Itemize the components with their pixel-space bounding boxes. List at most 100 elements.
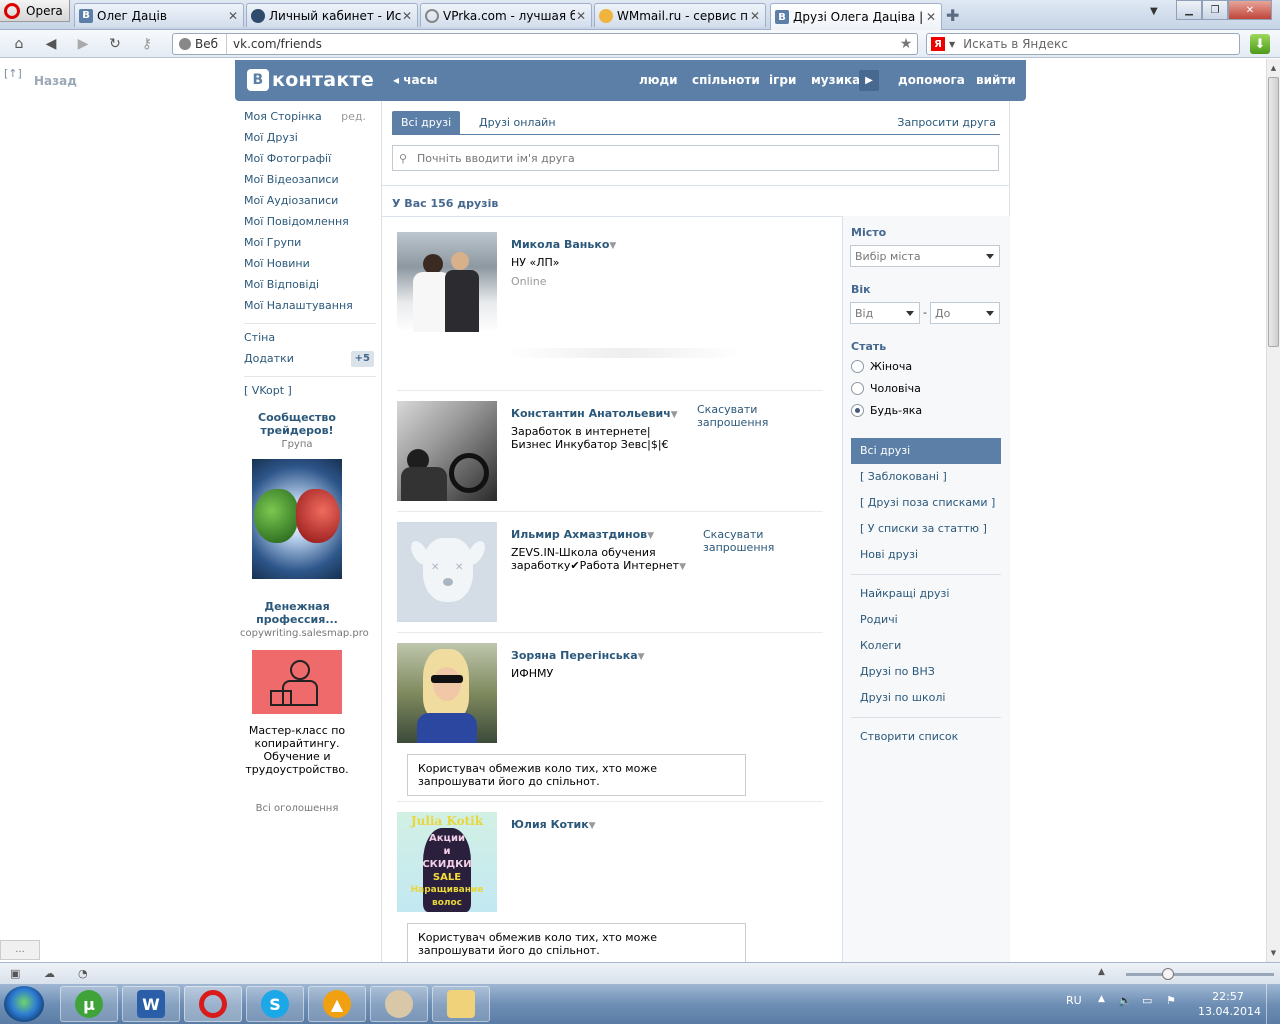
scroll-down-arrow-icon[interactable]: ▼ <box>1267 946 1280 960</box>
menu-my-settings[interactable]: Мої Налаштування <box>244 298 378 319</box>
key-icon[interactable]: ⚷ <box>136 34 158 54</box>
speed-dial-icon[interactable]: ◔ <box>78 967 92 980</box>
menu-my-messages[interactable]: Мої Повідомлення <box>244 214 378 235</box>
nav-communities[interactable]: спільноти <box>692 73 760 87</box>
create-list-link[interactable]: Створити список <box>851 724 1001 750</box>
volume-icon[interactable]: 🔈 <box>1118 994 1132 1007</box>
forward-arrow-icon[interactable]: ▶ <box>72 34 94 54</box>
sex-radio-any[interactable]: Будь-яка <box>851 402 922 418</box>
tray-expand-icon[interactable]: ▲ <box>1098 994 1105 1004</box>
url-text[interactable]: vk.com/friends <box>227 37 895 51</box>
cancel-invitation-link[interactable]: Скасувати запрошення <box>697 403 827 429</box>
close-tab-icon[interactable]: ✕ <box>575 9 587 23</box>
hour-link[interactable]: ◂ часы <box>393 73 438 87</box>
close-window-icon[interactable]: ✕ <box>1228 0 1272 20</box>
close-tab-icon[interactable]: ✕ <box>925 10 937 24</box>
ad-text[interactable]: Мастер-класс по копирайтингу. Обучение и… <box>240 724 354 776</box>
menu-my-audio[interactable]: Мої Аудіозаписи <box>244 193 378 214</box>
system-clock[interactable]: 22:57 13.04.2014 <box>1198 989 1261 1019</box>
list-all-friends[interactable]: Всі друзі <box>851 438 1001 464</box>
radio-circle-selected-icon[interactable] <box>851 403 864 417</box>
zoom-up-arrow-icon[interactable]: ▲ <box>1098 967 1112 979</box>
friend-name-link[interactable]: Ильмир Ахмазтдинов▼ <box>511 528 654 541</box>
page-scrollbar[interactable]: ▲ ▼ <box>1266 59 1280 962</box>
browser-tab-1[interactable]: В Олег Даців ✕ <box>74 3 244 27</box>
close-tab-icon[interactable]: ✕ <box>227 9 239 23</box>
windows-start-orb-icon[interactable] <box>4 986 44 1022</box>
radio-circle-icon[interactable] <box>851 381 864 395</box>
radio-circle-icon[interactable] <box>851 359 864 373</box>
menu-vkopt[interactable]: [ VKopt ] <box>244 383 378 404</box>
tab-friends-online[interactable]: Друзі онлайн <box>479 111 556 135</box>
web-mode-button[interactable]: Веб <box>173 34 228 54</box>
scroll-up-arrow-icon[interactable]: ▲ <box>1267 61 1280 75</box>
nav-games[interactable]: ігри <box>769 73 796 87</box>
show-desktop-button[interactable] <box>1266 984 1280 1024</box>
list-school-friends[interactable]: Друзі по школі <box>851 685 1001 711</box>
ad-title[interactable]: Денежная профессия... <box>240 600 354 626</box>
browser-tab-4[interactable]: WMmail.ru - сервис п... ✕ <box>594 3 766 27</box>
friend-avatar[interactable]: Julia Kotik Акции и СКИДКИ SALE Наращива… <box>397 812 497 912</box>
menu-my-answers[interactable]: Мої Відповіді <box>244 277 378 298</box>
cancel-invitation-link[interactable]: Скасувати запрошення <box>703 528 793 554</box>
friend-menu-dropdown-icon[interactable]: ▼ <box>609 241 616 251</box>
yandex-search-field[interactable]: Я ▼ Искать в Яндекс <box>926 33 1240 55</box>
maximize-window-icon[interactable]: ❐ <box>1202 0 1228 20</box>
list-colleagues[interactable]: Колеги <box>851 633 1001 659</box>
close-tab-icon[interactable]: ✕ <box>749 9 761 23</box>
opera-menu-button[interactable]: Opera <box>0 0 70 22</box>
list-relatives[interactable]: Родичі <box>851 607 1001 633</box>
nav-help[interactable]: допомога <box>898 73 965 87</box>
download-arrow-icon[interactable]: ⬇ <box>1250 34 1270 54</box>
reload-icon[interactable]: ↻ <box>104 34 126 54</box>
nav-people[interactable]: люди <box>639 73 678 87</box>
close-tab-icon[interactable]: ✕ <box>401 9 413 23</box>
new-tab-plus-icon[interactable]: ✚ <box>946 6 959 25</box>
friend-search-input[interactable]: ⚲ Почніть вводити ім'я друга <box>392 145 999 171</box>
sex-radio-male[interactable]: Чоловіча <box>851 380 921 396</box>
network-icon[interactable]: ▭ <box>1142 994 1152 1007</box>
taskbar-paint[interactable] <box>370 986 428 1022</box>
menu-my-groups[interactable]: Мої Групи <box>244 235 378 256</box>
search-engine-dropdown-icon[interactable]: ▼ <box>949 40 955 49</box>
address-bar[interactable]: Веб vk.com/friends ★ <box>172 33 918 55</box>
menu-my-friends[interactable]: Мої Друзі <box>244 130 378 151</box>
friend-menu-dropdown-icon[interactable]: ▼ <box>647 531 654 541</box>
age-to-select[interactable]: До <box>930 302 1000 324</box>
friend-avatar[interactable]: ✕ ✕ <box>397 522 497 622</box>
nav-logout[interactable]: вийти <box>976 73 1016 87</box>
menu-wall[interactable]: Стіна <box>244 330 378 351</box>
friend-menu-dropdown-icon[interactable]: ▼ <box>671 410 678 420</box>
menu-my-photos[interactable]: Мої Фотографії <box>244 151 378 172</box>
ad-block-2[interactable]: Денежная профессия... copywriting.salesm… <box>240 600 369 776</box>
taskbar-skype[interactable]: S <box>246 986 304 1022</box>
menu-my-page[interactable]: Моя Сторінка ред. <box>244 109 378 130</box>
ad-image-boxing-gloves[interactable] <box>252 459 342 579</box>
nav-music[interactable]: музика <box>811 73 860 87</box>
friend-menu-dropdown-icon[interactable]: ▼ <box>638 652 645 662</box>
info-dropdown-icon[interactable]: ▼ <box>679 562 686 572</box>
scrollbar-thumb[interactable] <box>1268 77 1279 347</box>
browser-tab-2[interactable]: Личный кабинет - Ис... ✕ <box>246 3 418 27</box>
bookmark-star-icon[interactable]: ★ <box>895 36 917 52</box>
vk-logo[interactable]: В контакте <box>247 69 374 91</box>
friend-menu-dropdown-icon[interactable]: ▼ <box>589 821 596 831</box>
tab-list-chevron-icon[interactable]: ▼ <box>1150 6 1158 17</box>
friend-name-link[interactable]: Константин Анатольевич▼ <box>511 407 678 420</box>
minimize-window-icon[interactable]: ▁ <box>1176 0 1202 20</box>
play-icon[interactable]: ▶ <box>859 70 879 91</box>
ad-block-1[interactable]: Сообщество трейдеров! Група <box>240 411 354 579</box>
invite-friend-link[interactable]: Запросити друга <box>897 111 996 135</box>
menu-apps[interactable]: Додатки +5 <box>244 351 378 372</box>
apps-count-badge[interactable]: +5 <box>350 351 374 367</box>
ad-image-person-laptop[interactable] <box>252 650 342 714</box>
zoom-slider-knob[interactable] <box>1162 968 1174 980</box>
all-ads-link[interactable]: Всі оголошення <box>240 803 354 814</box>
list-by-gender[interactable]: [ У списки за статтю ] <box>851 516 1001 542</box>
list-outside-lists[interactable]: [ Друзі поза списками ] <box>851 490 1001 516</box>
friend-avatar[interactable] <box>397 401 497 501</box>
back-link[interactable]: Назад <box>34 74 77 88</box>
friend-name-link[interactable]: Микола Ванько▼ <box>511 238 616 251</box>
language-indicator[interactable]: RU <box>1066 994 1082 1007</box>
list-best-friends[interactable]: Найкращі друзі <box>851 581 1001 607</box>
